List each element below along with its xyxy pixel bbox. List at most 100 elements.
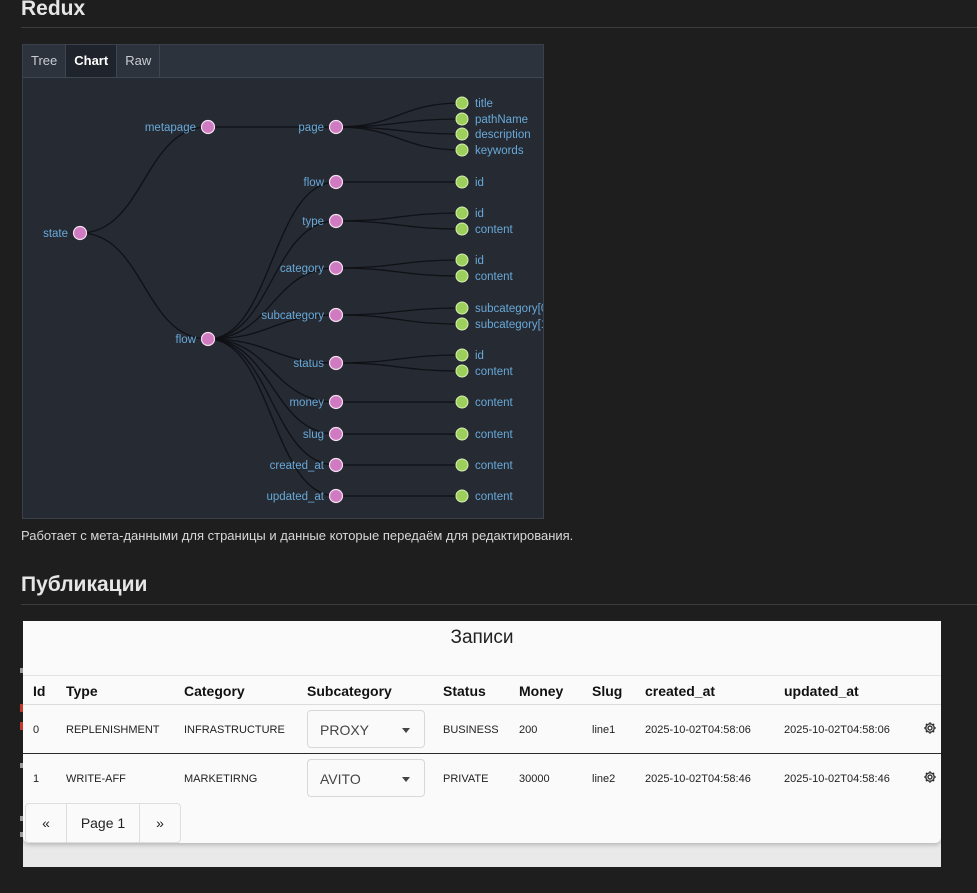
records-table: Записи Id Type Category Subcategory Stat… [23,621,941,843]
cell-status: BUSINESS [443,724,499,736]
tree-edge [335,212,463,222]
tree-leaf-id[interactable] [455,253,469,267]
tree-node-label: flow [304,177,325,189]
tree-leaf-label: title [475,98,493,110]
cell-category: MARKETIRNG [184,773,258,785]
subcategory-select-value: AVITO [320,771,361,787]
inspector-tabs: Tree Chart Raw [23,45,543,78]
cell-type: WRITE-AFF [66,773,126,785]
tree-node-money[interactable] [328,394,344,410]
tree-edge [335,362,463,372]
tree-node-subcategory[interactable] [328,307,344,323]
tree-node-label: page [298,122,324,134]
tree-leaf-label: id [475,350,484,362]
tree-node-flow[interactable] [200,331,216,347]
pagination-prev-button[interactable]: « [26,804,67,842]
tree-node-label: type [302,216,324,228]
tree-node-label: subcategory [261,310,324,322]
tree-leaf-label: content [475,224,514,236]
tree-node-metapage[interactable] [200,119,216,135]
cell-id: 0 [33,724,40,736]
cell-type: REPLENISHMENT [66,724,160,736]
tree-leaf-label: subcategory[0] [475,303,544,315]
column-header-updated-at[interactable]: updated_at [784,683,859,699]
gear-icon[interactable] [923,770,937,784]
tree-node-label: status [293,358,324,370]
tree-leaf-content[interactable] [455,269,469,283]
section-title-publications: Публикации [21,573,148,596]
section-divider [21,604,977,605]
tree-node-type[interactable] [328,213,344,229]
cell-id: 1 [33,773,40,785]
column-header-money[interactable]: Money [519,683,563,699]
cell-updated-at: 2025-10-02T04:58:46 [784,773,890,785]
tree-leaf-content[interactable] [455,427,469,441]
tree-node-created-at[interactable] [328,457,344,473]
records-title: Записи [450,627,514,648]
state-tree-chart: state metapage page title pathName descriptio… [43,96,544,504]
tree-leaf-content[interactable] [455,222,469,236]
tree-leaf-label: content [475,429,514,441]
section-title-redux: Redux [21,0,86,20]
redux-state-inspector: state metapage page title pathName descriptio… [22,44,544,519]
tree-leaf-subcategory-1[interactable] [455,317,469,331]
cell-money: 200 [519,724,538,736]
tree-node-page[interactable] [328,119,344,135]
subcategory-select[interactable]: AVITO [307,759,425,797]
cell-slug: line1 [592,724,616,736]
tree-leaf-description[interactable] [455,127,469,141]
tab-raw[interactable]: Raw [117,45,161,77]
subcategory-select[interactable]: PROXY [307,710,425,748]
pagination-next-button[interactable]: » [140,804,180,842]
row-divider [23,704,941,705]
column-header-slug[interactable]: Slug [592,683,622,699]
tree-node-state[interactable] [72,225,88,241]
tree-node-label: updated_at [266,491,324,503]
tree-node-label: category [280,263,324,275]
cell-updated-at: 2025-10-02T04:58:06 [784,724,890,736]
tree-leaf-keywords[interactable] [455,143,469,157]
tree-node-updated-at[interactable] [328,488,344,504]
column-header-type[interactable]: Type [66,683,98,699]
tree-node-label: flow [176,334,197,346]
tree-leaf-subcategory-0[interactable] [455,301,469,315]
tree-edge [335,259,463,269]
table-header-divider [23,675,941,676]
tree-node-label: slug [303,429,324,441]
tree-node-flow[interactable] [328,174,344,190]
tree-leaf-label: content [475,460,514,472]
tree-edge [335,314,463,325]
tree-leaf-content[interactable] [455,364,469,378]
column-header-category[interactable]: Category [184,683,245,699]
tree-leaf-label: id [475,255,484,267]
tree-edge [335,307,463,316]
tab-tree[interactable]: Tree [23,45,67,77]
tab-chart[interactable]: Chart [66,45,118,77]
tree-node-status[interactable] [328,355,344,371]
tree-leaf-id[interactable] [455,348,469,362]
tree-leaf-title[interactable] [455,96,469,110]
column-header-subcategory[interactable]: Subcategory [307,683,392,699]
chevron-down-icon [402,777,410,782]
pagination-current-page[interactable]: Page 1 [67,804,140,842]
tree-leaf-label: content [475,271,514,283]
subcategory-select-value: PROXY [320,722,370,738]
tree-leaf-label: id [475,177,484,189]
column-header-created-at[interactable]: created_at [645,683,715,699]
tree-leaf-content[interactable] [455,489,469,503]
cell-category: INFRASTRUCTURE [184,724,285,736]
tree-edge [207,338,337,403]
gear-icon[interactable] [923,721,937,735]
tree-leaf-content[interactable] [455,458,469,472]
tree-leaf-pathname[interactable] [455,112,469,126]
cell-created-at: 2025-10-02T04:58:46 [645,773,751,785]
tree-leaf-id[interactable] [455,175,469,189]
tree-node-label: metapage [145,122,196,134]
tree-node-label: state [43,228,68,240]
tree-leaf-id[interactable] [455,206,469,220]
column-header-id[interactable]: Id [33,683,45,699]
column-header-status[interactable]: Status [443,683,486,699]
tree-leaf-content[interactable] [455,395,469,409]
tree-node-slug[interactable] [328,426,344,442]
tree-node-category[interactable] [328,260,344,276]
